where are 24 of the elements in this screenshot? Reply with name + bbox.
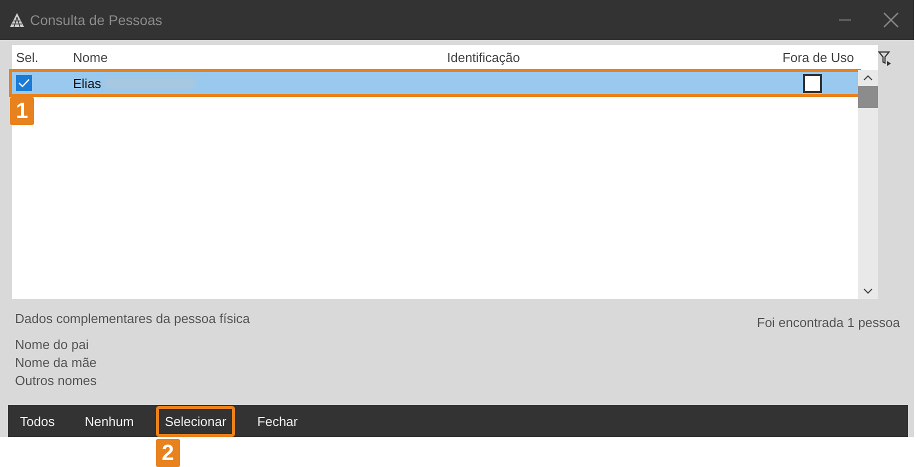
scroll-thumb[interactable] [858, 86, 878, 108]
column-header[interactable]: Fora de Uso [762, 50, 858, 65]
field-label: Nome do pai [15, 336, 90, 354]
window-title: Consulta de Pessoas [30, 12, 162, 28]
callout-badge: 2 [156, 438, 180, 466]
callout-badge: 1 [10, 97, 34, 125]
toolbar-button[interactable]: Todos [12, 406, 63, 436]
section-title: Dados complementares da pessoa física [15, 311, 250, 326]
checkbox[interactable] [16, 75, 32, 91]
toolbar-button[interactable]: Nenhum [76, 406, 142, 436]
field-label: Outros nomes [15, 372, 98, 390]
column-header[interactable]: Identificação [447, 50, 762, 65]
app-logo-icon [9, 12, 25, 28]
filter-icon[interactable] [878, 50, 892, 66]
table-row[interactable]: Elias [12, 72, 858, 94]
field-label: Nome da mãe [15, 354, 98, 372]
toolbar-button[interactable]: Fechar [249, 406, 306, 436]
checkbox[interactable] [802, 74, 822, 92]
toolbar-button[interactable]: Selecionar [156, 406, 236, 436]
column-header[interactable]: Sel. [12, 50, 73, 65]
scrollbar[interactable] [858, 70, 878, 299]
column-header[interactable]: Nome [73, 50, 447, 65]
table-cell: Elias [73, 76, 102, 90]
status-text: Foi encontrada 1 pessoa [756, 314, 900, 332]
